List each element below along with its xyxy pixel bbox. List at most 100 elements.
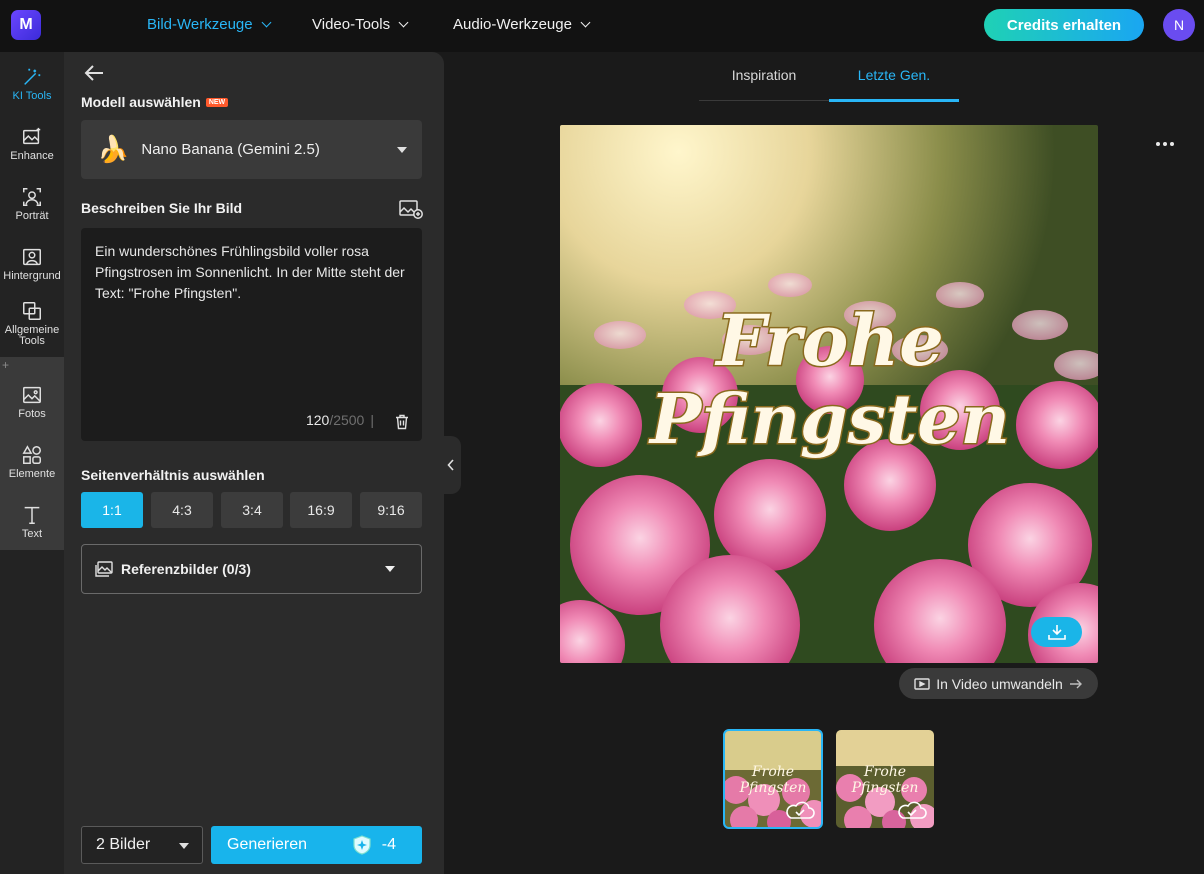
caret-down-icon <box>397 147 407 153</box>
nav-bild-werkzeuge[interactable]: Bild-Werkzeuge <box>147 16 272 33</box>
rail-label: Text <box>21 528 43 540</box>
image-upload-icon[interactable] <box>399 198 423 220</box>
preview-tabs: Inspiration Letzte Gen. <box>699 52 959 102</box>
plus-icon[interactable]: + <box>2 358 9 372</box>
chevron-down-icon <box>398 17 409 28</box>
caret-down-icon <box>385 566 395 572</box>
char-count: 120 <box>305 412 330 428</box>
rail-label: Hintergrund <box>3 270 61 282</box>
shapes-icon <box>22 445 41 464</box>
describe-label: Beschreiben Sie Ihr Bild <box>81 200 243 216</box>
rail-label: Allgemeine Tools <box>4 324 60 347</box>
portrait-icon <box>23 188 41 206</box>
tab-inspiration[interactable]: Inspiration <box>699 67 829 83</box>
chevron-down-icon <box>261 17 272 28</box>
credit-icon <box>353 835 371 855</box>
text-icon <box>24 506 40 524</box>
reference-label: Referenzbilder (0/3) <box>121 561 251 577</box>
download-button[interactable] <box>1031 617 1082 647</box>
char-counter: 120/2500 | <box>306 410 380 431</box>
thumbnail-image: Frohe Pfingsten <box>724 730 822 828</box>
tab-letzte-gen[interactable]: Letzte Gen. <box>829 67 959 83</box>
video-button-label: In Video umwandeln <box>936 675 1063 692</box>
ratio-label: Seitenverhältnis auswählen <box>81 467 265 483</box>
thumbnail-image: Frohe Pfingsten <box>836 730 934 828</box>
model-label: Modell auswählen <box>81 94 201 110</box>
tab-active-underline <box>829 99 959 102</box>
reference-images-dropdown[interactable]: Referenzbilder (0/3) <box>81 544 422 594</box>
generate-cost-value: -4 <box>381 836 396 853</box>
image-count-value: 2 Bilder <box>96 836 151 853</box>
rail-label: Fotos <box>18 408 46 420</box>
ratio-9-16-button[interactable]: 9:16 <box>360 492 422 528</box>
thumb-text-1: Frohe <box>863 764 906 780</box>
rail-item-text[interactable]: Text <box>0 504 64 540</box>
ratio-16-9-button[interactable]: 16:9 <box>290 492 352 528</box>
nav-label: Video-Tools <box>312 16 391 33</box>
nav-audio-werkzeuge[interactable]: Audio-Werkzeuge <box>453 16 591 33</box>
rail-item-elemente[interactable]: Elemente <box>0 444 64 480</box>
image-enhance-icon <box>23 127 41 145</box>
magic-wand-icon <box>24 68 41 85</box>
rail-item-ki-tools[interactable]: KI Tools <box>0 66 64 102</box>
thumb-text-2: Pfingsten <box>739 780 807 796</box>
nav-label: Audio-Werkzeuge <box>453 16 572 33</box>
layers-icon <box>23 302 41 320</box>
generate-button[interactable]: Generieren -4 <box>211 826 422 864</box>
rail-item-portrait[interactable]: Porträt <box>0 186 64 222</box>
rail-item-hintergrund[interactable]: Hintergrund <box>0 246 64 282</box>
rail-item-fotos[interactable]: Fotos <box>0 384 64 420</box>
image-count-select[interactable]: 2 Bilder <box>81 826 203 864</box>
model-label-row: Modell auswählen NEW <box>81 94 229 110</box>
image-text-line2: Pfingsten <box>648 380 1010 460</box>
chevron-down-icon <box>580 17 591 28</box>
rail-label: Enhance <box>10 150 54 162</box>
prompt-textarea[interactable]: Ein wunderschönes Frühlingsbild voller r… <box>81 228 422 441</box>
generated-image[interactable]: Frohe Pfingsten <box>560 125 1098 663</box>
prompt-text: Ein wunderschönes Frühlingsbild voller r… <box>95 243 405 301</box>
peony-image: Frohe Pfingsten <box>560 125 1098 663</box>
nav-video-tools[interactable]: Video-Tools <box>312 16 409 33</box>
nav-label: Bild-Werkzeuge <box>147 16 253 33</box>
arrow-right-icon <box>1069 679 1082 688</box>
thumb-text-1: Frohe <box>751 764 794 780</box>
model-value: Nano Banana (Gemini 2.5) <box>141 141 320 158</box>
rail-item-allgemeine-tools[interactable]: Allgemeine Tools <box>0 300 64 347</box>
model-select[interactable]: 🍌 Nano Banana (Gemini 2.5) <box>81 120 422 179</box>
char-separator: | <box>370 412 374 428</box>
ratio-3-4-button[interactable]: 3:4 <box>221 492 283 528</box>
rail-label: KI Tools <box>12 90 52 102</box>
thumb-text-2: Pfingsten <box>851 780 919 796</box>
new-badge: NEW <box>205 98 229 107</box>
char-max: /2500 <box>329 412 365 428</box>
avatar[interactable]: N <box>1163 9 1195 41</box>
top-bar: M Bild-Werkzeuge Video-Tools Audio-Werkz… <box>0 0 1204 52</box>
ratio-4-3-button[interactable]: 4:3 <box>151 492 213 528</box>
download-icon <box>1047 625 1066 640</box>
video-icon <box>914 677 930 690</box>
generate-label: Generieren <box>227 836 308 853</box>
banana-icon: 🍌 <box>97 134 130 164</box>
collapse-panel-button[interactable] <box>441 436 461 494</box>
photo-icon <box>23 386 41 404</box>
generate-cost: -4 <box>352 835 396 855</box>
convert-to-video-button[interactable]: In Video umwandeln <box>899 668 1098 699</box>
back-arrow-icon[interactable] <box>84 64 106 82</box>
trash-icon[interactable] <box>395 414 409 430</box>
rail-label: Elemente <box>8 468 56 480</box>
image-text-line1: Frohe <box>714 299 943 382</box>
more-options-icon[interactable] <box>1156 136 1176 152</box>
ratio-1-1-button[interactable]: 1:1 <box>81 492 143 528</box>
rail-item-enhance[interactable]: Enhance <box>0 126 64 162</box>
app-logo-icon[interactable]: M <box>11 10 41 40</box>
thumbnail-1[interactable]: Frohe Pfingsten <box>723 729 823 829</box>
ai-tools-panel: Modell auswählen NEW 🍌 Nano Banana (Gemin… <box>64 52 444 874</box>
chevron-left-icon <box>447 459 454 471</box>
left-rail: + KI Tools Enhance Porträt Hintergrund A… <box>0 52 64 874</box>
background-icon <box>23 248 41 266</box>
rail-label: Porträt <box>15 210 49 222</box>
thumbnail-2[interactable]: Frohe Pfingsten <box>836 730 934 828</box>
reference-image-icon <box>95 561 113 577</box>
caret-down-icon <box>179 843 189 849</box>
credits-button[interactable]: Credits erhalten <box>984 9 1144 41</box>
